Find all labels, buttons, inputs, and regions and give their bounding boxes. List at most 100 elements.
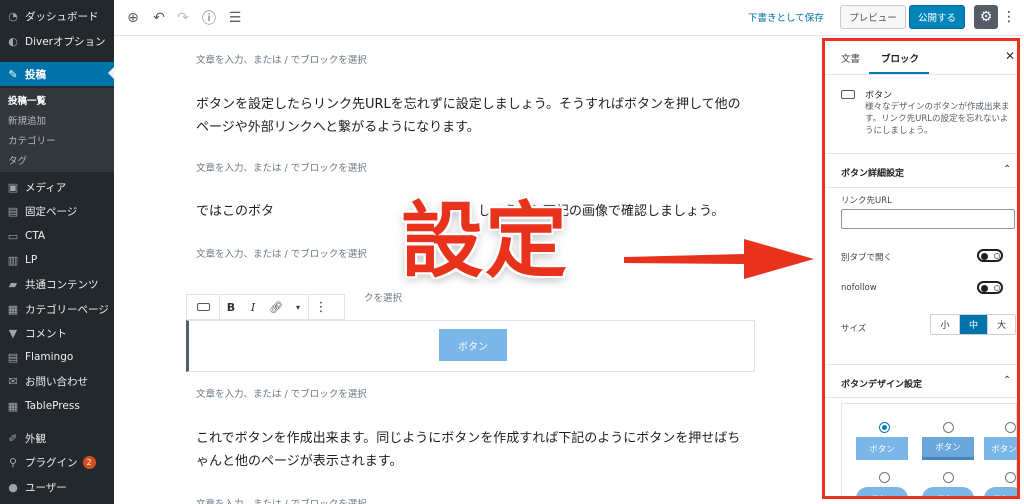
sidebar-item-posts[interactable]: ✎ 投稿 [0, 62, 114, 86]
save-draft-button[interactable]: 下書きとして保存 [748, 10, 824, 24]
sidebar-item-media[interactable]: ▣ メディア [0, 176, 114, 198]
size-medium-button[interactable]: 中 [959, 315, 987, 334]
url-label: リンク先URL [841, 196, 892, 206]
section-title: ボタンデザイン設定 [841, 380, 923, 390]
newtab-toggle[interactable] [977, 249, 1003, 262]
tab-block[interactable]: ブロック [881, 51, 919, 65]
submenu-categories[interactable]: カテゴリー [0, 130, 114, 150]
italic-button[interactable]: I [242, 295, 264, 319]
lp-icon: ▥ [7, 253, 19, 267]
empty-block-placeholder-partial[interactable]: クを選択 [364, 290, 402, 304]
empty-block-placeholder[interactable]: 文章を入力、または / でブロックを選択 [196, 160, 367, 174]
annotation-label: 設定 [401, 194, 570, 289]
design-option-5[interactable]: ボタン [922, 487, 974, 496]
sidebar-item-cta[interactable]: ▭ CTA [0, 225, 114, 247]
sidebar-item-appearance[interactable]: ✐ 外観 [0, 427, 114, 449]
sidebar-item-comments[interactable]: ▼ コメント [0, 322, 114, 344]
size-large-button[interactable]: 大 [987, 315, 1015, 334]
user-icon: ● [8, 480, 18, 494]
design-radio-4[interactable] [879, 472, 890, 483]
block-navigation-icon[interactable]: ☰ [224, 7, 246, 29]
sidebar-item-category-page[interactable]: ▦ カテゴリーページ [0, 298, 114, 320]
folder-icon: ▰ [8, 277, 18, 291]
redo-icon[interactable]: ↷ [172, 7, 194, 29]
design-radio-6[interactable] [1005, 472, 1016, 483]
info-icon[interactable]: ⓘ [198, 7, 220, 29]
paragraph-block[interactable]: これでボタンを作成出来ます。同じようにボタンを作成すれば下記のようにボタンを押せ… [196, 427, 746, 473]
sidebar-item-tablepress[interactable]: ▦ TablePress [0, 395, 114, 417]
more-formats-chevron-icon[interactable]: ▾ [288, 295, 308, 319]
sidebar-item-users[interactable]: ● ユーザー [0, 476, 114, 498]
paragraph-block[interactable]: ではこのボタ [196, 200, 306, 223]
editor-canvas: 文章を入力、または / でブロックを選択 ボタンを設定したらリンク先URLを忘れ… [114, 36, 820, 504]
block-card-title: ボタン [865, 91, 893, 101]
plugin-icon: ⚲ [8, 455, 18, 469]
button-block-icon [841, 90, 855, 99]
preview-button[interactable]: プレビュー [840, 5, 906, 29]
page-icon: ▤ [7, 204, 19, 218]
comment-icon: ▼ [8, 326, 18, 340]
dashboard-icon: ◔ [8, 9, 18, 23]
table-icon: ▦ [7, 399, 19, 413]
empty-block-placeholder[interactable]: 文章を入力、または / でブロックを選択 [196, 246, 367, 260]
nofollow-toggle[interactable] [977, 281, 1003, 294]
empty-block-placeholder[interactable]: 文章を入力、または / でブロックを選択 [196, 496, 367, 504]
size-label: サイズ [841, 324, 867, 334]
sidebar-item-lp[interactable]: ▥ LP [0, 249, 114, 271]
publish-button[interactable]: 公開する [909, 5, 965, 29]
undo-icon[interactable]: ↶ [148, 7, 170, 29]
design-radio-2[interactable] [943, 422, 954, 433]
link-icon[interactable]: 🔗︎ [264, 295, 288, 319]
section-button-detail[interactable]: ボタン詳細設定 ⌃ [825, 154, 1017, 188]
link-url-input[interactable] [841, 209, 1015, 229]
annotation-arrow-icon [624, 239, 814, 279]
paragraph-block[interactable]: ボタンを設定したらリンク先URLを忘れずに設定しましょう。そうすればボタンを押し… [196, 93, 746, 139]
section-button-design[interactable]: ボタンデザイン設定 ⌃ [825, 364, 1017, 398]
block-options-icon[interactable]: ⋮ [309, 295, 333, 319]
submenu-tags[interactable]: タグ [0, 150, 114, 170]
design-option-4[interactable]: ボタン [856, 487, 908, 496]
bold-button[interactable]: B [220, 295, 242, 319]
posts-submenu: 投稿一覧 新規追加 カテゴリー タグ [0, 88, 114, 172]
design-option-6[interactable]: ボタン [984, 487, 1017, 496]
empty-block-placeholder[interactable]: 文章を入力、または / でブロックを選択 [196, 386, 367, 400]
sidebar-item-flamingo[interactable]: ▤ Flamingo [0, 346, 114, 368]
media-icon: ▣ [7, 180, 19, 194]
close-icon[interactable]: ✕ [1005, 49, 1015, 63]
size-small-button[interactable]: 小 [931, 315, 959, 334]
settings-gear-icon[interactable]: ⚙ [974, 5, 998, 29]
editor-toolbar: ⊕ ↶ ↷ ⓘ ☰ 下書きとして保存 プレビュー 公開する ⚙ ⋮ [114, 0, 1024, 36]
sidebar-item-plugins[interactable]: ⚲ プラグイン 2 [0, 451, 114, 473]
empty-block-placeholder[interactable]: 文章を入力、または / でブロックを選択 [196, 52, 367, 66]
block-card: ボタン 様々なデザインのボタンが作成出来ます。リンク先URLの設定を忘れないよう… [825, 76, 1017, 154]
button-block-preview[interactable]: ボタン [439, 329, 507, 361]
design-option-3[interactable]: ボタン [984, 437, 1017, 460]
active-tab-indicator [869, 72, 929, 74]
design-radio-5[interactable] [943, 472, 954, 483]
pin-icon: ✎ [8, 67, 18, 81]
flamingo-icon: ▤ [7, 350, 19, 364]
button-block[interactable]: ボタン [186, 320, 755, 372]
tab-document[interactable]: 文書 [841, 51, 860, 65]
button-block-icon [196, 303, 210, 311]
design-option-1[interactable]: ボタン [856, 437, 908, 460]
block-toolbar: B I 🔗︎ ▾ ⋮ [186, 294, 345, 320]
design-radio-1[interactable] [879, 422, 890, 433]
mail-icon: ✉ [8, 374, 18, 388]
block-type-button[interactable] [187, 295, 219, 319]
section-title: ボタン詳細設定 [841, 169, 905, 179]
sidebar-item-contact[interactable]: ✉ お問い合わせ [0, 370, 114, 392]
add-block-icon[interactable]: ⊕ [122, 7, 144, 29]
sidebar-item-common-content[interactable]: ▰ 共通コンテンツ [0, 273, 114, 295]
sidebar-item-diver-options[interactable]: ◐ Diverオプション [0, 30, 114, 52]
submenu-all-posts[interactable]: 投稿一覧 [0, 90, 114, 110]
diver-icon: ◐ [8, 34, 18, 48]
sidebar-item-dashboard[interactable]: ◔ ダッシュボード [0, 5, 114, 27]
design-option-2[interactable]: ボタン [922, 437, 974, 460]
design-radio-3[interactable] [1005, 422, 1016, 433]
submenu-add-new[interactable]: 新規追加 [0, 110, 114, 130]
chevron-up-icon: ⌃ [1003, 164, 1012, 175]
more-menu-icon[interactable]: ⋮ [1002, 6, 1016, 28]
plugin-update-badge: 2 [82, 455, 96, 469]
sidebar-item-pages[interactable]: ▤ 固定ページ [0, 200, 114, 222]
